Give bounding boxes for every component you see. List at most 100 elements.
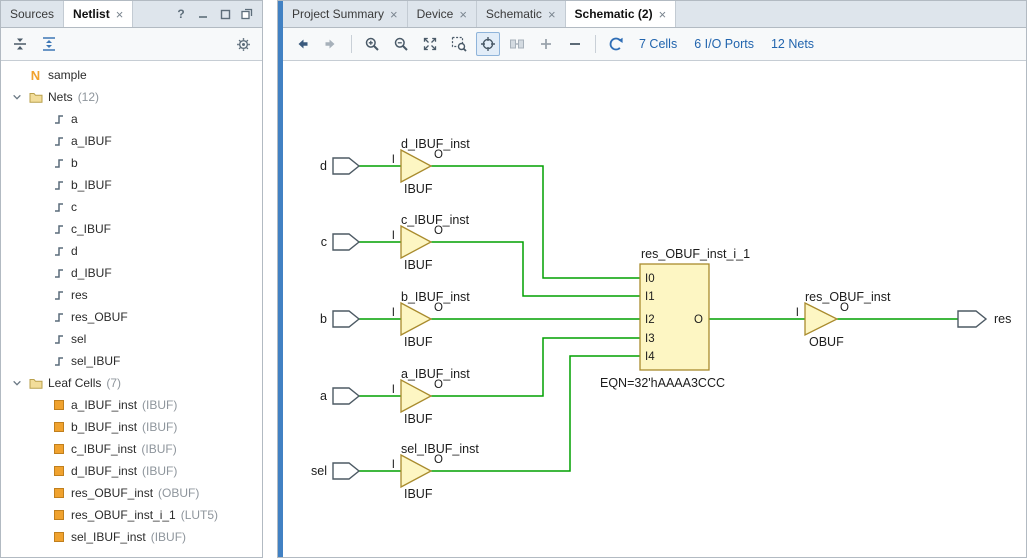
input-port-symbol[interactable] [333, 463, 359, 479]
cell-item[interactable]: res_OBUF_inst_i_1(LUT5) [1, 504, 262, 526]
tree-root-sample[interactable]: N sample [1, 64, 262, 86]
net-label: c [71, 200, 77, 214]
net-icon [51, 355, 66, 367]
obuf-symbol[interactable] [805, 303, 837, 335]
ibuf-symbol[interactable] [401, 303, 431, 335]
zoom-selection-button[interactable] [447, 32, 471, 56]
cell-label: b_IBUF_inst [71, 420, 137, 434]
refresh-icon [608, 36, 624, 52]
tab-project-summary[interactable]: Project Summary × [283, 1, 408, 27]
net-item[interactable]: c [1, 196, 262, 218]
toolbar-separator [595, 35, 596, 53]
port-label: a [320, 389, 327, 403]
ibuf-symbol[interactable] [401, 150, 431, 182]
net-item[interactable]: b_IBUF [1, 174, 262, 196]
forward-button[interactable] [319, 32, 343, 56]
ibuf-symbol[interactable] [401, 455, 431, 487]
port-label: d [320, 159, 327, 173]
back-button[interactable] [290, 32, 314, 56]
chevron-down-icon[interactable] [11, 378, 23, 388]
output-port-symbol[interactable] [958, 311, 986, 327]
pin-out-label: O [694, 314, 703, 326]
io-ports-count-link[interactable]: 6 I/O Ports [688, 37, 760, 51]
maximize-icon[interactable] [240, 7, 254, 21]
tab-label: Device [417, 7, 454, 21]
net-item[interactable]: c_IBUF [1, 218, 262, 240]
pin-label: I3 [645, 333, 655, 345]
cell-label: a_IBUF_inst [71, 398, 137, 412]
zoom-fit-icon [422, 36, 438, 52]
add-to-schematic-button[interactable] [534, 32, 558, 56]
ibuf-symbol[interactable] [401, 380, 431, 412]
net-item[interactable]: b [1, 152, 262, 174]
close-icon[interactable]: × [116, 8, 124, 21]
tree-group-nets[interactable]: Nets (12) [1, 86, 262, 108]
chevron-down-icon[interactable] [11, 92, 23, 102]
close-icon[interactable]: × [390, 8, 398, 21]
cell-item[interactable]: c_IBUF_inst(IBUF) [1, 438, 262, 460]
pin-out-label: O [434, 454, 443, 466]
net-item[interactable]: res_OBUF [1, 306, 262, 328]
close-icon[interactable]: × [659, 8, 667, 21]
net-icon [51, 333, 66, 345]
input-port-symbol[interactable] [333, 234, 359, 250]
net-wire[interactable] [431, 242, 640, 296]
tab-netlist[interactable]: Netlist × [64, 1, 133, 27]
schematic-drawing: d d_IBUF_inst I O IBUF c c_IBUF_inst I O… [283, 61, 1026, 555]
tree-group-leaf-cells[interactable]: Leaf Cells (7) [1, 372, 262, 394]
cell-item[interactable]: sel_IBUF_inst(IBUF) [1, 526, 262, 548]
float-icon[interactable] [218, 7, 232, 21]
nets-count-link[interactable]: 12 Nets [765, 37, 820, 51]
cell-item[interactable]: b_IBUF_inst(IBUF) [1, 416, 262, 438]
schematic-canvas[interactable]: d d_IBUF_inst I O IBUF c c_IBUF_inst I O… [283, 61, 1026, 557]
net-item[interactable]: sel [1, 328, 262, 350]
regenerate-layout-button[interactable] [604, 32, 628, 56]
folder-icon [28, 91, 43, 103]
expand-all-button[interactable] [37, 32, 61, 56]
plus-icon [538, 36, 554, 52]
panel-splitter[interactable] [263, 0, 277, 558]
pin-in-label: I [796, 307, 799, 319]
zoom-in-button[interactable] [360, 32, 384, 56]
net-icon [51, 289, 66, 301]
collapse-all-button[interactable] [8, 32, 32, 56]
net-icon [51, 157, 66, 169]
tab-sources[interactable]: Sources [1, 1, 64, 27]
net-item[interactable]: a [1, 108, 262, 130]
tab-schematic-2[interactable]: Schematic (2) × [566, 1, 677, 27]
zoom-fit-button[interactable] [418, 32, 442, 56]
cell-item[interactable]: a_IBUF_inst(IBUF) [1, 394, 262, 416]
tab-schematic[interactable]: Schematic × [477, 1, 566, 27]
cells-count-link[interactable]: 7 Cells [633, 37, 683, 51]
help-icon[interactable]: ? [174, 7, 188, 21]
net-item[interactable]: a_IBUF [1, 130, 262, 152]
minimize-icon[interactable] [196, 7, 210, 21]
close-icon[interactable]: × [459, 8, 467, 21]
cell-icon [51, 466, 66, 476]
net-item[interactable]: sel_IBUF [1, 350, 262, 372]
input-port-symbol[interactable] [333, 311, 359, 327]
expand-cone-button[interactable] [505, 32, 529, 56]
input-port-symbol[interactable] [333, 158, 359, 174]
net-item[interactable]: res [1, 284, 262, 306]
remove-from-schematic-button[interactable] [563, 32, 587, 56]
group-count: (12) [78, 90, 99, 104]
input-port-symbol[interactable] [333, 388, 359, 404]
close-icon[interactable]: × [548, 8, 556, 21]
cell-item[interactable]: d_IBUF_inst(IBUF) [1, 460, 262, 482]
cell-item[interactable]: res_OBUF_inst(OBUF) [1, 482, 262, 504]
cell-type: (IBUF) [141, 442, 176, 456]
net-item[interactable]: d_IBUF [1, 262, 262, 284]
tab-device[interactable]: Device × [408, 1, 477, 27]
ibuf-symbol[interactable] [401, 226, 431, 258]
net-label: d_IBUF [71, 266, 112, 280]
instance-type-label: IBUF [404, 258, 433, 272]
autofit-selection-button[interactable] [476, 32, 500, 56]
zoom-out-button[interactable] [389, 32, 413, 56]
settings-button[interactable] [231, 32, 255, 56]
tab-label: Schematic (2) [575, 7, 653, 21]
net-item[interactable]: d [1, 240, 262, 262]
net-label: a [71, 112, 78, 126]
tab-label: Project Summary [292, 7, 384, 21]
net-icon [51, 135, 66, 147]
